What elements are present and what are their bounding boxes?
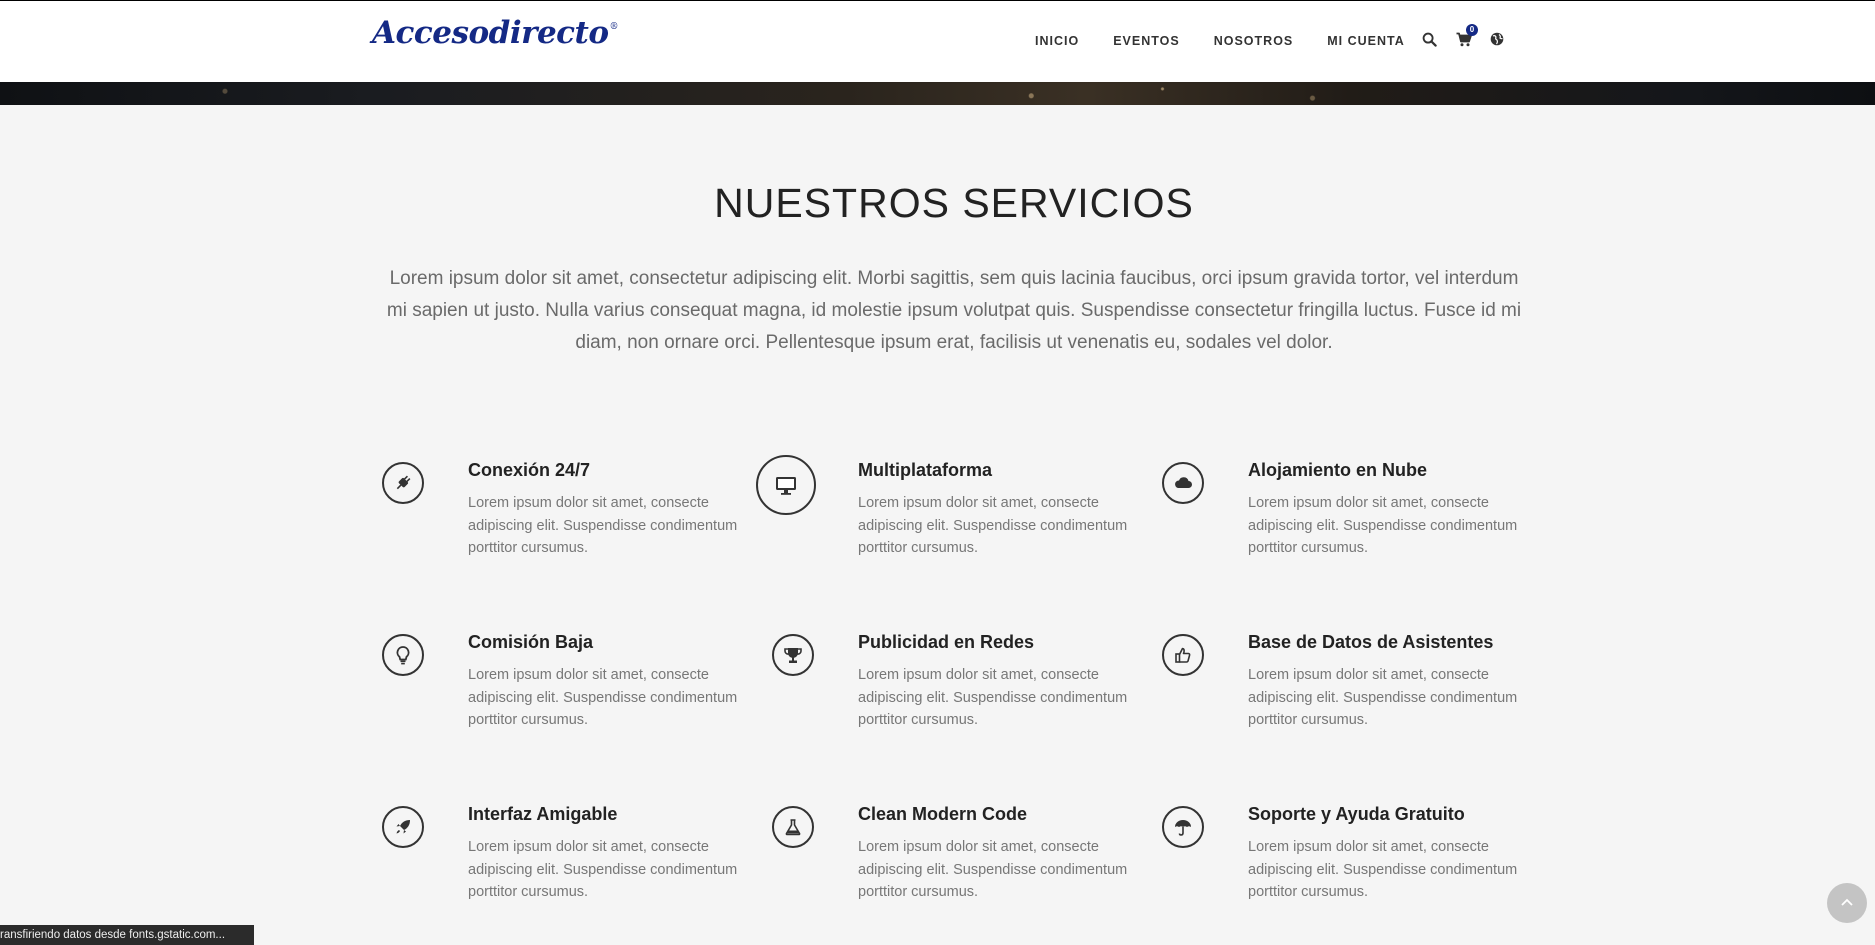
service-title: Interfaz Amigable: [468, 804, 618, 824]
thumbs-up-icon: [1162, 634, 1204, 676]
service-description: Lorem ipsum dolor sit amet, consecte adi…: [1248, 667, 1518, 728]
site-logo[interactable]: Accesodirecto ®: [372, 13, 619, 53]
service-item: Multiplataforma Lorem ipsum dolor sit am…: [756, 455, 1142, 575]
service-title: Base de Datos de Asistentes: [1248, 632, 1494, 652]
service-item: Conexión 24/7 Lorem ipsum dolor sit amet…: [382, 455, 752, 575]
service-item: Publicidad en Redes Lorem ipsum dolor si…: [772, 627, 1142, 747]
service-item: Alojamiento en Nube Lorem ipsum dolor si…: [1162, 455, 1532, 575]
service-description: Lorem ipsum dolor sit amet, consecte adi…: [858, 667, 1128, 728]
cloud-icon: [1162, 462, 1204, 504]
logo-registered-mark: ®: [609, 22, 619, 32]
service-title: Publicidad en Redes: [858, 632, 1035, 652]
service-description: Lorem ipsum dolor sit amet, consecte adi…: [468, 495, 738, 556]
service-description: Lorem ipsum dolor sit amet, consecte adi…: [858, 839, 1128, 900]
section-intro: Lorem ipsum dolor sit amet, consectetur …: [386, 268, 1522, 353]
site-header: Accesodirecto ® INICIO EVENTOS NOSOTROS M…: [0, 1, 1875, 82]
section-title: NUESTROS SERVICIOS: [714, 180, 1194, 226]
logo-text: Accesodirecto: [372, 15, 609, 51]
cart-icon[interactable]: 0: [1456, 24, 1478, 48]
service-title: Comisión Baja: [468, 632, 594, 652]
service-item: Soporte y Ayuda Gratuito Lorem ipsum dol…: [1162, 799, 1532, 919]
service-description: Lorem ipsum dolor sit amet, consecte adi…: [1248, 495, 1518, 556]
plug-icon: [382, 462, 424, 504]
service-description: Lorem ipsum dolor sit amet, consecte adi…: [1248, 839, 1518, 900]
rocket-icon: [382, 806, 424, 848]
service-item: Base de Datos de Asistentes Lorem ipsum …: [1162, 627, 1532, 747]
flask-icon: [772, 806, 814, 848]
browser-status-bar: ransfiriendo datos desde fonts.gstatic.c…: [0, 925, 254, 945]
nav-item-inicio[interactable]: INICIO: [1035, 34, 1079, 48]
main-nav: INICIO EVENTOS NOSOTROS MI CUENTA: [1035, 34, 1439, 48]
chevron-up-icon: [1840, 894, 1854, 912]
header-icons: 0: [1422, 24, 1524, 48]
cart-count-badge: 0: [1466, 24, 1478, 36]
service-item: Clean Modern Code Lorem ipsum dolor sit …: [772, 799, 1142, 919]
nav-item-eventos[interactable]: EVENTOS: [1113, 34, 1180, 48]
nav-item-nosotros[interactable]: NOSOTROS: [1214, 34, 1294, 48]
service-title: Alojamiento en Nube: [1248, 460, 1428, 480]
trophy-icon: [772, 634, 814, 676]
lightbulb-icon: [382, 634, 424, 676]
service-title: Clean Modern Code: [858, 804, 1028, 824]
nav-item-mi-cuenta[interactable]: MI CUENTA: [1327, 34, 1405, 48]
service-title: Soporte y Ayuda Gratuito: [1248, 804, 1465, 824]
service-title: Multiplataforma: [858, 460, 993, 480]
service-description: Lorem ipsum dolor sit amet, consecte adi…: [468, 839, 738, 900]
service-title: Conexión 24/7: [468, 460, 591, 480]
globe-icon[interactable]: [1490, 32, 1506, 48]
desktop-icon: [756, 455, 816, 515]
search-icon[interactable]: [1422, 32, 1438, 48]
hero-banner-image: [0, 82, 1875, 105]
service-item: Interfaz Amigable Lorem ipsum dolor sit …: [382, 799, 752, 919]
service-description: Lorem ipsum dolor sit amet, consecte adi…: [468, 667, 738, 728]
service-description: Lorem ipsum dolor sit amet, consecte adi…: [858, 495, 1128, 556]
service-item: Comisión Baja Lorem ipsum dolor sit amet…: [382, 627, 752, 747]
umbrella-icon: [1162, 806, 1204, 848]
scroll-to-top-button[interactable]: [1827, 883, 1867, 923]
